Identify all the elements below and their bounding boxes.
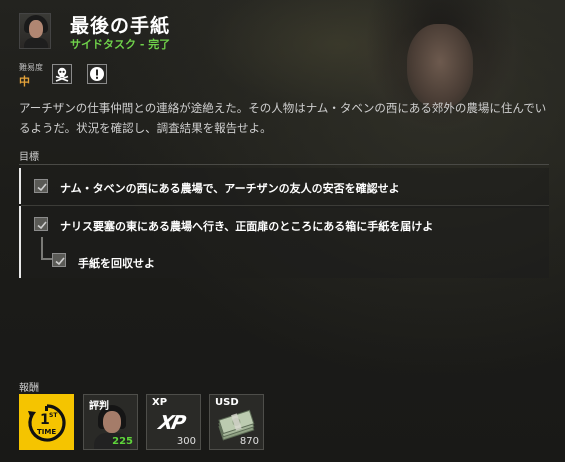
quest-title: 最後の手紙	[70, 15, 171, 37]
reward-value: 225	[112, 436, 133, 447]
first-time-text: TIME	[37, 428, 57, 436]
objective-checkbox	[34, 217, 48, 231]
objective-marker	[19, 206, 21, 278]
reward-label: 評判	[89, 401, 109, 412]
objective-checkbox	[52, 253, 66, 267]
objective-text: ナム・タベンの西にある農場で、アーチザンの友人の安否を確認せよ	[60, 182, 400, 195]
objective-separator	[21, 205, 549, 206]
objective-text: ナリス要塞の東にある農場へ行き、正面扉のところにある箱に手紙を届けよ	[60, 220, 434, 233]
reward-value: 870	[239, 436, 259, 447]
objectives-divider	[19, 164, 549, 165]
quest-status: サイドタスク - 完了	[70, 38, 171, 51]
reward-label: XP	[152, 397, 168, 408]
objective-text: 手紙を回収せよ	[78, 257, 155, 270]
reward-first-time[interactable]: 1 ST TIME	[19, 394, 74, 450]
reward-xp[interactable]: XP XP 300	[146, 394, 201, 450]
subobjective-connector	[41, 258, 52, 260]
exclamation-icon[interactable]	[87, 64, 107, 84]
subobjective-connector	[41, 237, 43, 260]
reward-value: 300	[176, 436, 196, 447]
difficulty-label: 難易度	[19, 63, 43, 72]
reward-usd[interactable]: USD 870	[209, 394, 264, 450]
difficulty-value: 中	[19, 75, 30, 88]
quest-giver-avatar	[19, 13, 51, 49]
xp-icon: XP	[156, 412, 186, 434]
first-time-suffix: ST	[49, 412, 58, 419]
quest-description: アーチザンの仕事仲間との連絡が途絶えた。その人物はナム・タベンの西にある郊外の農…	[19, 101, 547, 135]
objective-marker	[19, 168, 21, 204]
objectives-heading: 目標	[19, 152, 39, 163]
reward-reputation[interactable]: 評判 225	[83, 394, 138, 450]
rewards-heading: 報酬	[19, 383, 39, 394]
objective-checkbox	[34, 179, 48, 193]
skull-crossbones-icon[interactable]	[52, 64, 72, 84]
